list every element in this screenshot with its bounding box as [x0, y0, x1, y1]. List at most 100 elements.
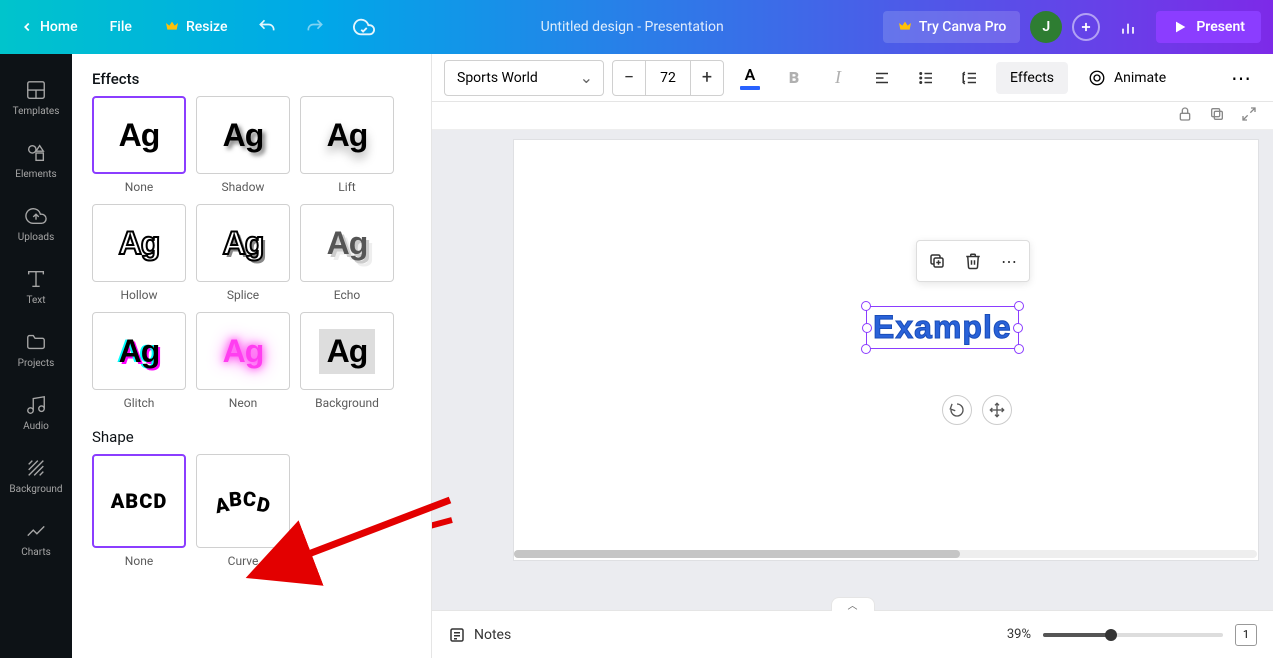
rail-audio[interactable]: Audio	[0, 381, 72, 444]
duplicate-button[interactable]	[923, 247, 951, 275]
rail-text[interactable]: Text	[0, 255, 72, 318]
font-size-increase[interactable]: +	[691, 61, 723, 95]
share-add-button[interactable]	[1072, 13, 1100, 41]
effect-glitch[interactable]: Ag Glitch	[92, 312, 186, 410]
slide[interactable]: ⋯ Example	[514, 140, 1258, 560]
zoom-percent[interactable]: 39%	[1007, 627, 1031, 642]
italic-button[interactable]: I	[820, 60, 856, 96]
rail-templates[interactable]: Templates	[0, 66, 72, 129]
lock-icon	[1177, 106, 1193, 122]
main-area: Templates Elements Uploads Text Projects…	[0, 54, 1273, 658]
canvas-column: Sports World − + A B I Effects Animate ⋯	[432, 54, 1273, 658]
effect-splice[interactable]: Ag Splice	[196, 204, 290, 302]
header-right: Try Canva Pro J Present	[883, 9, 1261, 45]
canvas-text[interactable]: Example	[873, 309, 1012, 345]
resize-handle-tl[interactable]	[861, 301, 871, 311]
horizontal-scrollbar[interactable]	[514, 550, 1257, 560]
rail-background[interactable]: Background	[0, 444, 72, 507]
toolbar-more-button[interactable]: ⋯	[1223, 66, 1261, 90]
text-toolbar: Sports World − + A B I Effects Animate ⋯	[432, 54, 1273, 102]
try-pro-button[interactable]: Try Canva Pro	[883, 11, 1020, 43]
notes-button[interactable]: Notes	[448, 626, 511, 644]
document-title[interactable]: Untitled design - Presentation	[381, 19, 882, 35]
resize-handle-ml[interactable]	[862, 323, 872, 333]
rail-uploads[interactable]: Uploads	[0, 192, 72, 255]
insights-button[interactable]	[1110, 9, 1146, 45]
spacing-button[interactable]	[952, 60, 988, 96]
font-family-select[interactable]: Sports World	[444, 60, 604, 96]
list-icon	[917, 69, 935, 87]
effect-neon[interactable]: Ag Neon	[196, 312, 290, 410]
expand-icon	[1241, 106, 1257, 122]
user-avatar[interactable]: J	[1030, 11, 1062, 43]
copy-icon	[1209, 106, 1225, 122]
home-label: Home	[40, 19, 78, 35]
effect-echo[interactable]: Ag Echo	[300, 204, 394, 302]
selected-text-element[interactable]: Example	[866, 306, 1019, 349]
templates-icon	[24, 78, 48, 102]
rail-projects[interactable]: Projects	[0, 318, 72, 381]
redo-icon	[305, 17, 325, 37]
text-color-icon: A	[745, 65, 756, 84]
undo-button[interactable]	[251, 11, 283, 43]
file-menu[interactable]: File	[102, 13, 140, 41]
font-size-decrease[interactable]: −	[613, 61, 645, 95]
element-more-button[interactable]: ⋯	[995, 247, 1023, 275]
resize-handle-br[interactable]	[1014, 344, 1024, 354]
chevron-left-icon	[20, 20, 34, 34]
bold-button[interactable]: B	[776, 60, 812, 96]
bar-chart-icon	[1118, 17, 1138, 37]
zoom-slider[interactable]	[1043, 633, 1223, 637]
effects-toolbar-button[interactable]: Effects	[996, 62, 1068, 94]
cloud-check-icon	[353, 16, 375, 38]
effect-background[interactable]: Ag Background	[300, 312, 394, 410]
alignment-button[interactable]	[864, 60, 900, 96]
zoom-slider-thumb[interactable]	[1105, 629, 1117, 641]
resize-handle-bl[interactable]	[861, 344, 871, 354]
list-button[interactable]	[908, 60, 944, 96]
resize-handle-tr[interactable]	[1014, 301, 1024, 311]
notes-icon	[448, 626, 466, 644]
bold-icon: B	[789, 68, 799, 87]
resize-button[interactable]: Resize	[156, 13, 236, 41]
animate-button[interactable]: Animate	[1076, 61, 1178, 95]
resize-handle-mr[interactable]	[1013, 323, 1023, 333]
text-color-button[interactable]: A	[732, 60, 768, 96]
effect-lift[interactable]: Ag Lift	[300, 96, 394, 194]
redo-button[interactable]	[299, 11, 331, 43]
rotate-button[interactable]	[942, 395, 972, 425]
background-icon	[24, 456, 48, 480]
delete-button[interactable]	[959, 247, 987, 275]
page-count-button[interactable]: 1	[1235, 624, 1257, 646]
move-button[interactable]	[982, 395, 1012, 425]
duplicate-page-button[interactable]	[1209, 106, 1225, 126]
shape-curve[interactable]: ABCD Curve	[196, 454, 290, 568]
expand-page-button[interactable]	[1241, 106, 1257, 126]
rotate-icon	[949, 402, 965, 418]
cloud-sync-button[interactable]	[347, 10, 381, 44]
canvas-secondary-row	[432, 102, 1273, 130]
shape-none[interactable]: ABCD None	[92, 454, 186, 568]
animate-icon	[1088, 69, 1106, 87]
present-button[interactable]: Present	[1156, 11, 1261, 43]
home-button[interactable]: Home	[12, 13, 86, 41]
lock-button[interactable]	[1177, 106, 1193, 126]
charts-icon	[24, 519, 48, 543]
play-icon	[1172, 19, 1188, 35]
align-icon	[873, 69, 891, 87]
effect-none[interactable]: Ag None	[92, 96, 186, 194]
move-icon	[989, 402, 1005, 418]
effect-shadow[interactable]: Ag Shadow	[196, 96, 290, 194]
effects-panel-title: Effects	[92, 70, 411, 88]
style-effects-grid: Ag None Ag Shadow Ag Lift Ag Hollow Ag S…	[92, 96, 411, 410]
rail-elements[interactable]: Elements	[0, 129, 72, 192]
font-size-input[interactable]	[645, 61, 691, 95]
duplicate-icon	[928, 252, 946, 270]
effect-hollow[interactable]: Ag Hollow	[92, 204, 186, 302]
scrollbar-thumb[interactable]	[514, 550, 960, 558]
header-left: Home File Resize	[12, 10, 381, 44]
rail-charts[interactable]: Charts	[0, 507, 72, 570]
expand-pages-tab[interactable]: ︿	[831, 597, 875, 611]
crown-icon	[897, 19, 913, 35]
canvas-viewport[interactable]: ⋯ Example	[432, 130, 1273, 610]
